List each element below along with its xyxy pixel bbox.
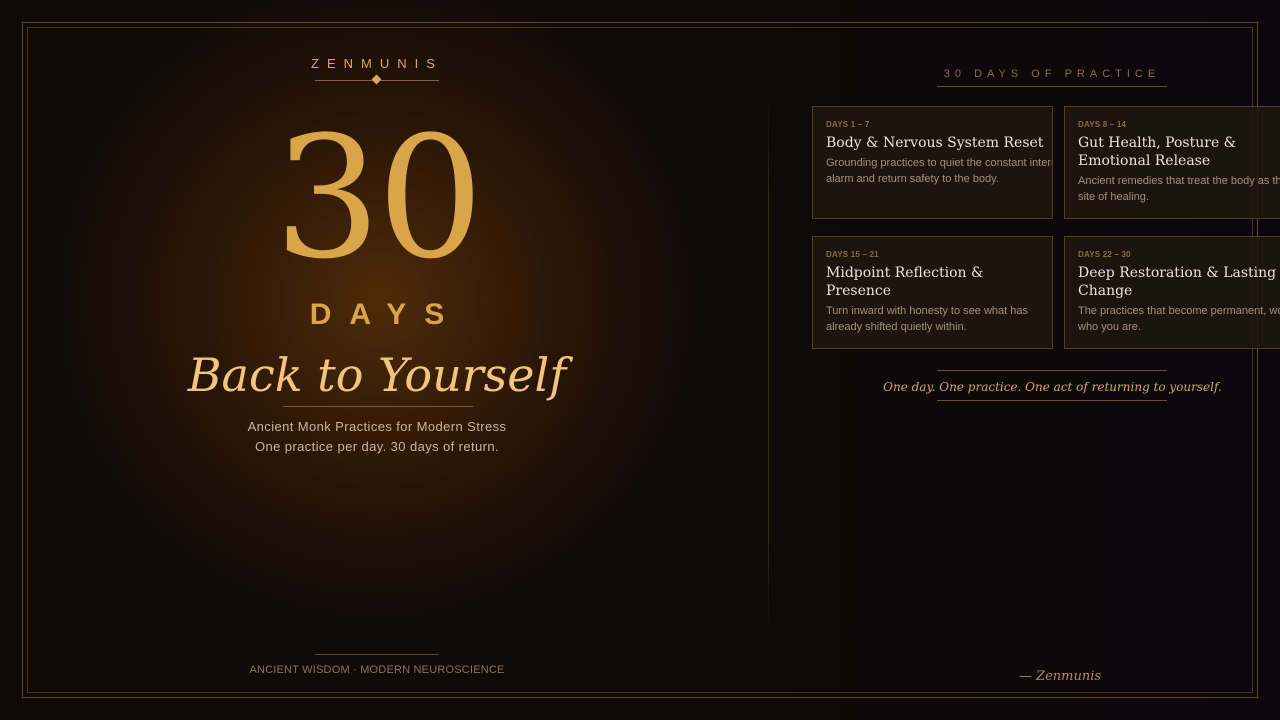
phase-card-1: DAYS 1 – 7 Body & Nervous System Reset G… (812, 106, 1053, 219)
phase-range: DAYS 22 – 30 (1078, 250, 1131, 259)
hero-number: 30 (274, 100, 484, 296)
mantra-text: One day. One practice. One act of return… (883, 380, 1222, 394)
phase-description: The practices that become permanent, wov… (1078, 305, 1280, 333)
footer-rule (315, 654, 439, 655)
phase-title: Deep Restoration & Lasting Change (1078, 265, 1277, 299)
section-title: 30 DAYS OF PRACTICE (943, 68, 1161, 80)
footer-tagline: ANCIENT WISDOM · MODERN NEUROSCIENCE (249, 664, 505, 676)
mantra-rule-bottom (937, 400, 1167, 401)
headline-rule (283, 406, 473, 407)
phase-range: DAYS 1 – 7 (826, 120, 870, 129)
phase-range: DAYS 8 – 14 (1078, 120, 1127, 129)
hero-subtitle-2: One practice per day. 30 days of return. (254, 439, 500, 454)
vertical-divider (768, 96, 769, 636)
hero-unit: DAYS (309, 298, 463, 331)
signature: — Zenmunis (1018, 669, 1102, 684)
section-rule (937, 86, 1167, 87)
phase-description: Grounding practices to quiet the constan… (826, 157, 1053, 185)
hero-subtitle-1: Ancient Monk Practices for Modern Stress (247, 419, 507, 434)
phase-description: Turn inward with honesty to see what has… (826, 305, 1028, 333)
phase-title: Gut Health, Posture & Emotional Release (1078, 135, 1237, 169)
phase-card-3: DAYS 15 – 21 Midpoint Reflection & Prese… (812, 236, 1053, 349)
hero-headline: Back to Yourself (187, 348, 567, 402)
phase-range: DAYS 15 – 21 (826, 250, 879, 259)
phase-title: Body & Nervous System Reset (826, 135, 1044, 151)
phase-description: Ancient remedies that treat the body as … (1078, 175, 1280, 203)
phase-card-4: DAYS 22 – 30 Deep Restoration & Lasting … (1064, 236, 1280, 349)
phase-title: Midpoint Reflection & Presence (826, 265, 984, 299)
phase-card-2: DAYS 8 – 14 Gut Health, Posture & Emotio… (1064, 106, 1280, 219)
mantra-rule-top (937, 370, 1167, 371)
brand-name: ZENMUNIS (311, 56, 443, 71)
